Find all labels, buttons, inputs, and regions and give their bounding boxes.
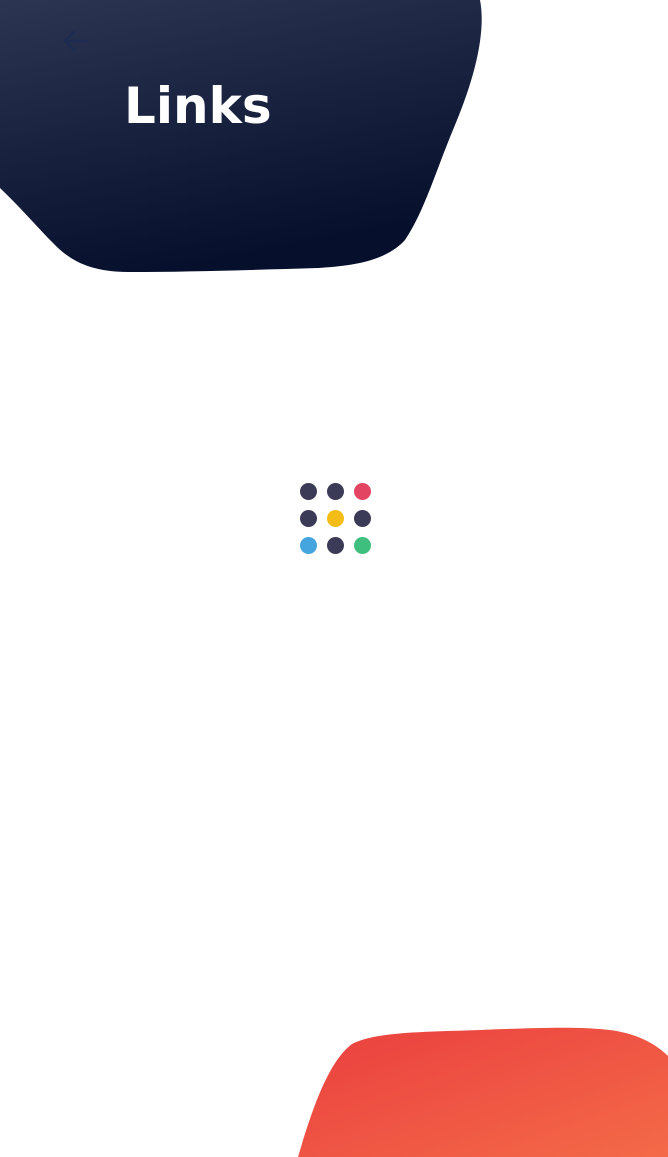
loader-dot (327, 483, 344, 500)
loader-dot (300, 483, 317, 500)
loader-dot (354, 510, 371, 527)
loading-dots-icon (300, 483, 374, 557)
loader-dot (300, 537, 317, 554)
loader-dot (327, 537, 344, 554)
loader-dot (354, 537, 371, 554)
header-background-blob (0, 0, 482, 272)
arrow-left-icon (63, 30, 88, 52)
page-title: Links (124, 77, 272, 135)
back-button[interactable] (56, 24, 94, 58)
links-screen: Links (0, 0, 668, 1157)
footer-background-blob (298, 1027, 668, 1157)
loader-dot (327, 510, 344, 527)
loader-dot (354, 483, 371, 500)
loader-dot (300, 510, 317, 527)
